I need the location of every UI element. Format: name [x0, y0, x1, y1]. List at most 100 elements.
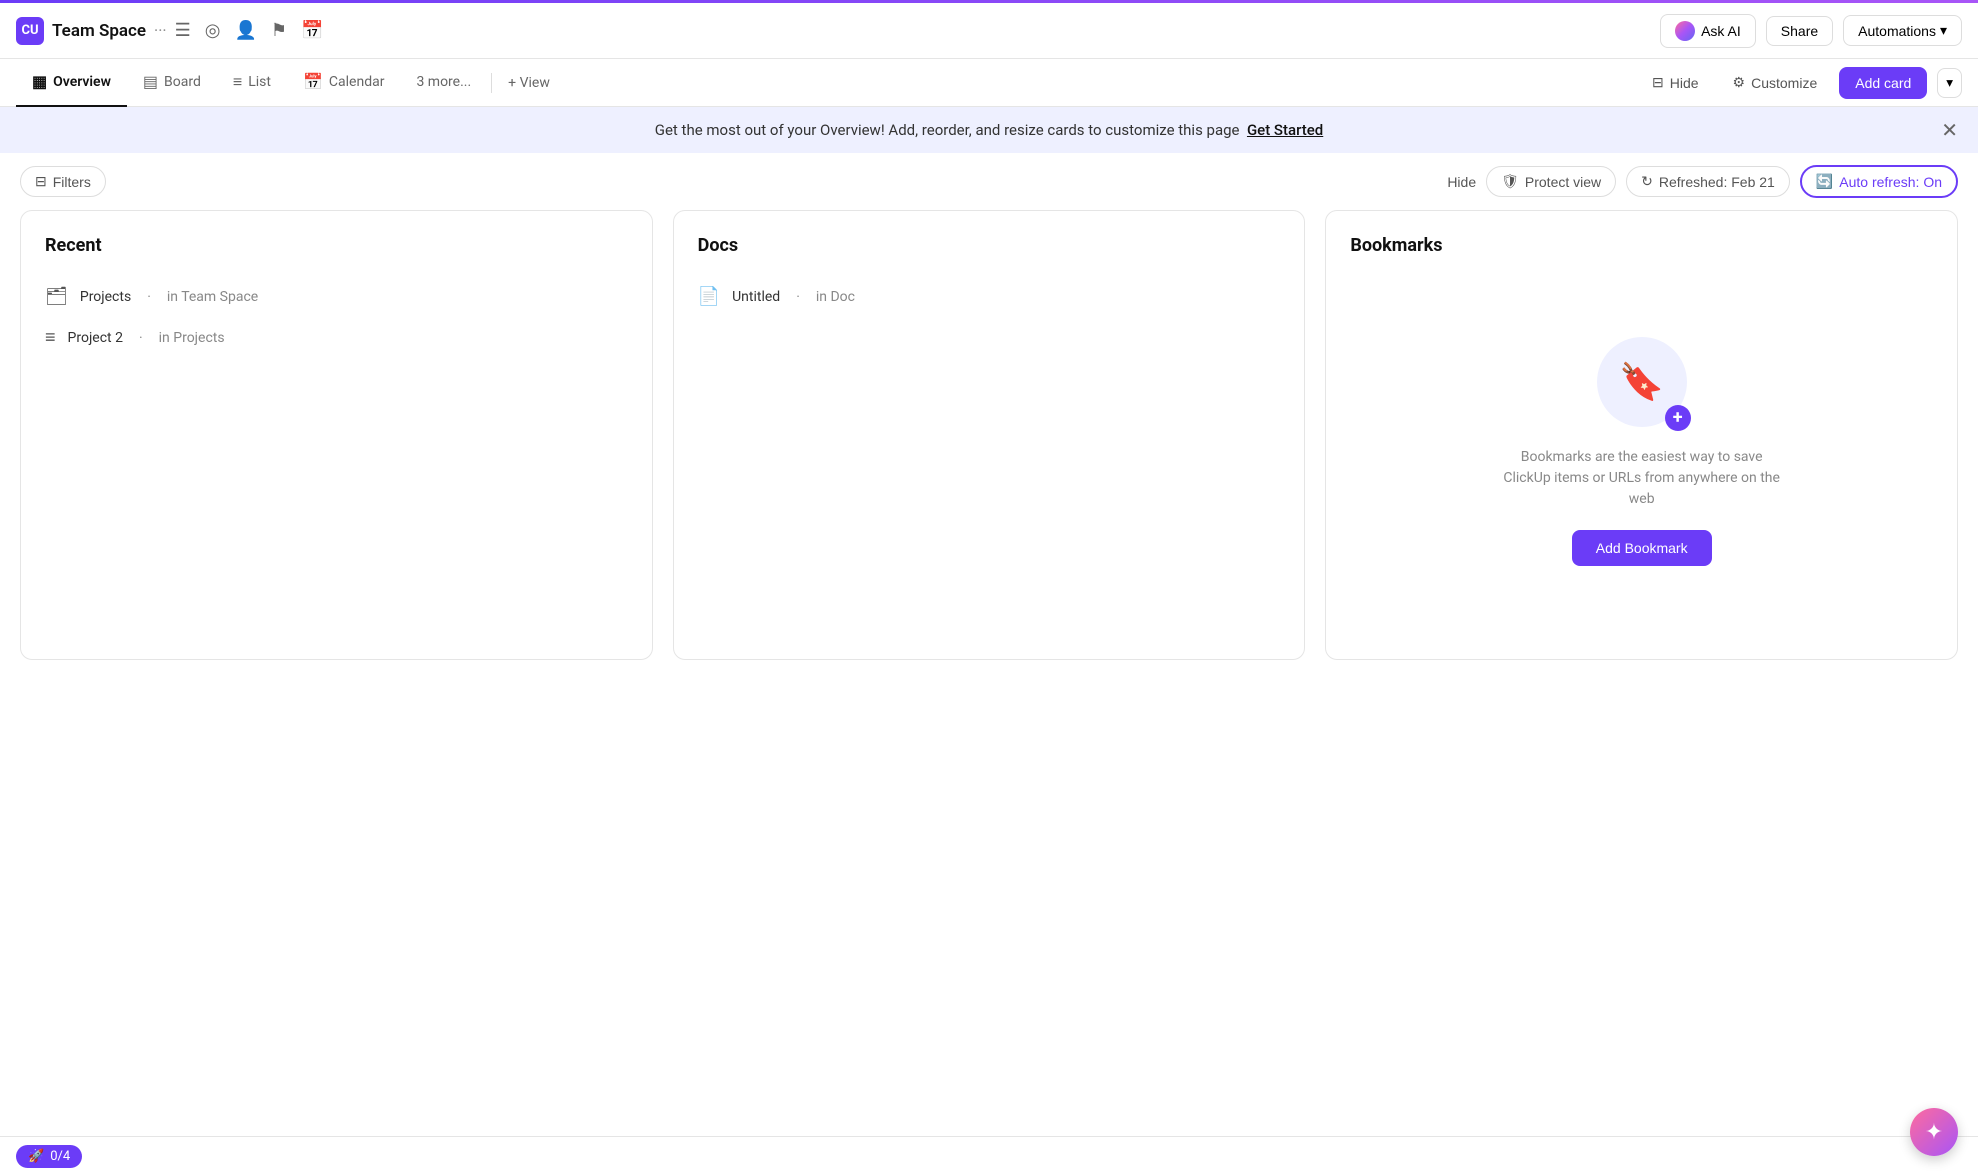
- gear-icon: ⚙: [1733, 74, 1746, 91]
- hide-label: Hide: [1670, 75, 1699, 91]
- doc-item-name: Untitled: [732, 289, 780, 305]
- recent-card: Recent 🗂 Projects · in Team Space ≡ Proj…: [20, 210, 653, 660]
- tab-more-label: 3 more...: [416, 74, 471, 90]
- banner-main-text: Get the most out of your Overview! Add, …: [655, 121, 1240, 139]
- overview-banner: Get the most out of your Overview! Add, …: [0, 107, 1978, 153]
- filter-icon: ⊟: [35, 173, 47, 190]
- tab-divider: [491, 73, 492, 93]
- toolbar: ⊟ Filters Hide 🛡 Protect view ↻ Refreshe…: [0, 153, 1978, 210]
- dot-separator: ·: [139, 330, 143, 346]
- automations-button[interactable]: Automations ▾: [1843, 15, 1962, 46]
- ai-icon: [1675, 21, 1695, 41]
- workspace-title: Team Space: [52, 21, 146, 41]
- auto-refresh-button[interactable]: 🔄 Auto refresh: On: [1800, 165, 1958, 198]
- get-started-link[interactable]: Get Started: [1247, 121, 1323, 139]
- floating-action-button[interactable]: ✦: [1910, 1108, 1958, 1156]
- bottom-bar: 🚀 0/4: [0, 1136, 1978, 1176]
- dot-separator: ·: [796, 289, 800, 305]
- recent-item-location: in Projects: [159, 330, 225, 346]
- hide-icon: ⊟: [1652, 74, 1664, 91]
- add-card-button[interactable]: Add card: [1839, 67, 1927, 99]
- dot-separator: ·: [147, 289, 151, 305]
- chevron-down-icon: ▾: [1940, 22, 1947, 39]
- tab-board[interactable]: ▤ Board: [127, 59, 217, 107]
- bookmark-plus-icon: +: [1665, 405, 1691, 431]
- top-nav: CU Team Space ··· ☰ ◎ 👤 ⚑ 📅 Ask AI Share…: [0, 3, 1978, 59]
- list-item[interactable]: ≡ Project 2 · in Projects: [45, 317, 628, 358]
- top-nav-icons: ☰ ◎ 👤 ⚑ 📅: [175, 20, 324, 41]
- list-item[interactable]: 📄 Untitled · in Doc: [698, 276, 1281, 317]
- app-logo: CU: [16, 17, 44, 45]
- bookmarks-card: Bookmarks 🔖 + Bookmarks are the easiest …: [1325, 210, 1958, 660]
- tab-bar-right: ⊟ Hide ⚙ Customize Add card ▾: [1640, 67, 1962, 99]
- board-icon: ▤: [143, 72, 158, 91]
- flag-icon[interactable]: ⚑: [271, 20, 287, 41]
- recent-item-location: in Team Space: [167, 289, 258, 305]
- fab-icon: ✦: [1925, 1119, 1943, 1145]
- list-icon: ≡: [45, 327, 56, 348]
- tab-bar-chevron-button[interactable]: ▾: [1937, 68, 1962, 98]
- tab-overview[interactable]: ▦ Overview: [16, 59, 127, 107]
- tab-more[interactable]: 3 more...: [400, 59, 487, 107]
- bookmarks-empty-state: 🔖 + Bookmarks are the easiest way to sav…: [1350, 276, 1933, 626]
- customize-button[interactable]: ⚙ Customize: [1721, 68, 1830, 97]
- add-bookmark-button[interactable]: Add Bookmark: [1572, 530, 1712, 566]
- document-icon: 📄: [698, 286, 720, 307]
- banner-close-button[interactable]: ✕: [1941, 118, 1958, 143]
- share-label: Share: [1781, 23, 1818, 39]
- share-button[interactable]: Share: [1766, 16, 1833, 46]
- bookmark-description: Bookmarks are the easiest way to save Cl…: [1502, 447, 1782, 510]
- tab-board-label: Board: [164, 74, 201, 90]
- tab-bar-left: ▦ Overview ▤ Board ≡ List 📅 Calendar 3 m…: [16, 59, 562, 107]
- banner-text: Get the most out of your Overview! Add, …: [655, 121, 1324, 139]
- recent-item-name: Project 2: [68, 330, 123, 346]
- protect-view-label: Protect view: [1525, 174, 1601, 190]
- filters-button[interactable]: ⊟ Filters: [20, 166, 106, 197]
- tab-list[interactable]: ≡ List: [217, 59, 287, 107]
- protect-view-button[interactable]: 🛡 Protect view: [1486, 166, 1616, 197]
- chevron-down-icon: ▾: [1946, 75, 1953, 90]
- auto-refresh-label: Auto refresh: On: [1839, 174, 1942, 190]
- target-icon[interactable]: ◎: [205, 20, 221, 41]
- docs-card: Docs 📄 Untitled · in Doc: [673, 210, 1306, 660]
- calendar-icon[interactable]: 📅: [301, 20, 323, 41]
- folder-icon: 🗂: [45, 286, 68, 307]
- add-view-button[interactable]: + View: [496, 59, 562, 107]
- tab-overview-label: Overview: [53, 74, 111, 90]
- hamburger-icon[interactable]: ☰: [175, 20, 191, 41]
- cards-area: Recent 🗂 Projects · in Team Space ≡ Proj…: [0, 210, 1978, 680]
- refreshed-label: Refreshed: Feb 21: [1659, 174, 1775, 190]
- overview-icon: ▦: [32, 72, 47, 91]
- bookmark-illustration: 🔖 +: [1597, 337, 1687, 427]
- top-nav-right: Ask AI Share Automations ▾: [1660, 14, 1962, 48]
- automations-label: Automations: [1858, 23, 1936, 39]
- tab-bar: ▦ Overview ▤ Board ≡ List 📅 Calendar 3 m…: [0, 59, 1978, 107]
- person-icon[interactable]: 👤: [234, 20, 256, 41]
- add-view-label: + View: [508, 75, 550, 91]
- list-item[interactable]: 🗂 Projects · in Team Space: [45, 276, 628, 317]
- bookmarks-card-title: Bookmarks: [1350, 235, 1933, 256]
- ask-ai-button[interactable]: Ask AI: [1660, 14, 1756, 48]
- more-options-dots[interactable]: ···: [154, 21, 167, 40]
- top-nav-left: CU Team Space ··· ☰ ◎ 👤 ⚑ 📅: [16, 17, 323, 45]
- tab-list-label: List: [248, 74, 271, 90]
- rocket-badge[interactable]: 🚀 0/4: [16, 1145, 82, 1168]
- refresh-button[interactable]: ↻ Refreshed: Feb 21: [1626, 166, 1790, 197]
- toolbar-left: ⊟ Filters: [20, 166, 106, 197]
- toolbar-right: Hide 🛡 Protect view ↻ Refreshed: Feb 21 …: [1447, 165, 1958, 198]
- progress-label: 0/4: [50, 1149, 70, 1164]
- bookmark-icon: 🔖: [1619, 361, 1664, 403]
- add-card-label: Add card: [1855, 75, 1911, 91]
- doc-item-location: in Doc: [816, 289, 855, 305]
- toolbar-hide-button[interactable]: Hide: [1447, 174, 1476, 190]
- auto-refresh-icon: 🔄: [1816, 173, 1833, 190]
- list-icon: ≡: [233, 72, 242, 92]
- docs-card-title: Docs: [698, 235, 1281, 256]
- tab-calendar[interactable]: 📅 Calendar: [287, 59, 400, 107]
- hide-button[interactable]: ⊟ Hide: [1640, 68, 1711, 97]
- shield-icon: 🛡: [1501, 173, 1519, 190]
- rocket-icon: 🚀: [28, 1149, 44, 1164]
- recent-card-title: Recent: [45, 235, 628, 256]
- customize-label: Customize: [1751, 75, 1817, 91]
- ask-ai-label: Ask AI: [1701, 23, 1741, 39]
